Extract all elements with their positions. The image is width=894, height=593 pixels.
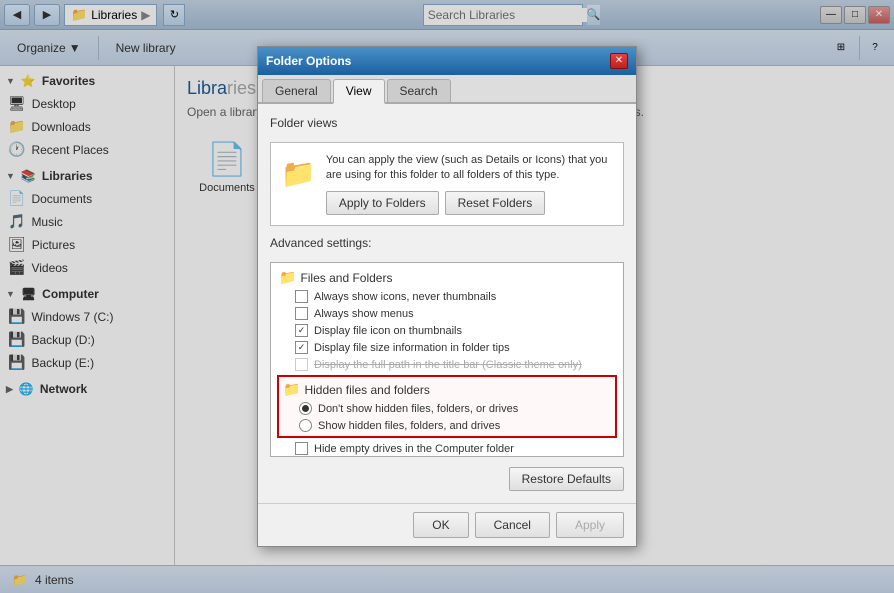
setting-full-path[interactable]: Display the full path in the title bar (…: [275, 356, 619, 373]
setting-always-menus-label: Always show menus: [314, 308, 414, 320]
dialog-titlebar: Folder Options ✕: [258, 47, 636, 75]
tab-view[interactable]: View: [333, 79, 385, 104]
radio-dont-show-hidden[interactable]: Don't show hidden files, folders, or dri…: [279, 400, 615, 417]
hidden-files-icon: 📁: [283, 381, 300, 398]
setting-file-icon-thumbnails[interactable]: Display file icon on thumbnails: [275, 322, 619, 339]
setting-full-path-label: Display the full path in the title bar (…: [314, 359, 582, 371]
dialog-body: Folder views 📁 You can apply the view (s…: [258, 104, 636, 504]
setting-hide-empty-drives[interactable]: Hide empty drives in the Computer folder: [275, 440, 619, 457]
restore-defaults-container: Restore Defaults: [270, 467, 624, 491]
restore-defaults-button[interactable]: Restore Defaults: [509, 467, 624, 491]
radio-show-hidden[interactable]: Show hidden files, folders, and drives: [279, 417, 615, 434]
advanced-settings-label: Advanced settings:: [270, 236, 624, 250]
radio-btn-dont-show[interactable]: [299, 402, 312, 415]
folder-options-dialog: Folder Options ✕ General View Search Fol…: [257, 46, 637, 548]
setting-file-size-info-label: Display file size information in folder …: [314, 342, 510, 354]
folder-views-icon: 📁: [281, 157, 316, 190]
dialog-footer: OK Cancel Apply: [258, 503, 636, 546]
folder-views-buttons: Apply to Folders Reset Folders: [326, 191, 613, 215]
folder-views-label: Folder views: [270, 116, 624, 130]
checkbox-hide-empty-drives[interactable]: [295, 442, 308, 455]
hidden-files-group-label: 📁 Hidden files and folders: [279, 379, 615, 400]
hidden-files-section: 📁 Hidden files and folders Don't show hi…: [277, 375, 617, 438]
radio-show-label: Show hidden files, folders, and drives: [318, 420, 500, 432]
folder-views-description: You can apply the view (such as Details …: [326, 153, 613, 184]
radio-btn-show[interactable]: [299, 419, 312, 432]
checkbox-full-path[interactable]: [295, 358, 308, 371]
setting-always-icons[interactable]: Always show icons, never thumbnails: [275, 288, 619, 305]
checkbox-file-size-info[interactable]: [295, 341, 308, 354]
checkbox-file-icon-thumbnails[interactable]: [295, 324, 308, 337]
checkbox-always-menus[interactable]: [295, 307, 308, 320]
apply-button[interactable]: Apply: [556, 512, 624, 538]
radio-dont-show-label: Don't show hidden files, folders, or dri…: [318, 403, 518, 415]
setting-hide-empty-drives-label: Hide empty drives in the Computer folder: [314, 443, 514, 455]
files-folders-icon: 📁: [279, 269, 296, 286]
cancel-button[interactable]: Cancel: [475, 512, 550, 538]
dialog-tabs: General View Search: [258, 75, 636, 104]
dialog-close-button[interactable]: ✕: [610, 53, 628, 69]
setting-file-icon-thumbnails-label: Display file icon on thumbnails: [314, 325, 462, 337]
ok-button[interactable]: OK: [413, 512, 468, 538]
settings-list-inner: 📁 Files and Folders Always show icons, n…: [271, 265, 623, 457]
setting-file-size-info[interactable]: Display file size information in folder …: [275, 339, 619, 356]
folder-views-section: 📁 You can apply the view (such as Detail…: [270, 142, 624, 227]
hidden-files-label-text: Hidden files and folders: [304, 383, 429, 397]
setting-always-menus[interactable]: Always show menus: [275, 305, 619, 322]
tab-general[interactable]: General: [262, 79, 331, 102]
dialog-overlay: Folder Options ✕ General View Search Fol…: [0, 0, 894, 593]
tab-search[interactable]: Search: [387, 79, 451, 102]
apply-to-folders-button[interactable]: Apply to Folders: [326, 191, 439, 215]
files-folders-group: 📁 Files and Folders: [275, 267, 619, 288]
settings-list[interactable]: 📁 Files and Folders Always show icons, n…: [270, 262, 624, 457]
folder-views-text: You can apply the view (such as Details …: [326, 153, 613, 216]
dialog-title: Folder Options: [266, 54, 351, 68]
setting-always-icons-label: Always show icons, never thumbnails: [314, 291, 496, 303]
reset-folders-button[interactable]: Reset Folders: [445, 191, 546, 215]
files-folders-label: Files and Folders: [300, 271, 392, 285]
checkbox-always-icons[interactable]: [295, 290, 308, 303]
